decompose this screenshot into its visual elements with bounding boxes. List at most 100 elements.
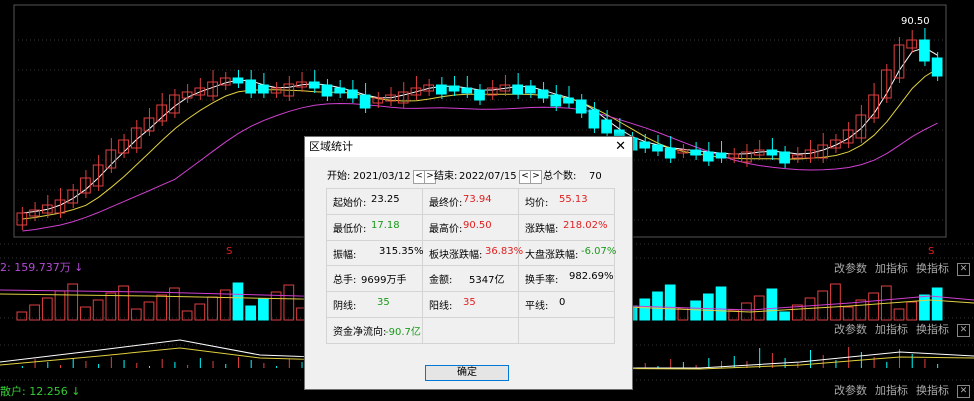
volume-bar bbox=[702, 293, 714, 321]
ok-button[interactable]: 确定 bbox=[425, 365, 509, 381]
volume-bar bbox=[855, 299, 867, 321]
candle-body bbox=[156, 104, 168, 122]
stat-value: 982.69% bbox=[569, 271, 614, 283]
add-indicator-button[interactable]: 加指标 bbox=[875, 262, 908, 276]
range-statistics-dialog: 区域统计 ✕ 开始: 2021/03/12 < > 结束: 2022/07/15… bbox=[304, 136, 633, 390]
volume-bar bbox=[639, 298, 651, 321]
stat-row: 资金净流向: -90.7亿 bbox=[326, 317, 615, 344]
total-label: 总个数: bbox=[543, 171, 577, 182]
candle-body bbox=[766, 149, 778, 156]
stat-value: 73.94 bbox=[463, 194, 492, 205]
stat-value: 35 bbox=[463, 297, 476, 309]
swap-indicator-button[interactable]: 换指标 bbox=[916, 323, 949, 337]
retail-indicator-header: 散户: 12.256 ↓ bbox=[0, 385, 81, 398]
candle-body bbox=[461, 87, 473, 94]
stat-row: 振幅: 315.35% 板块涨跌幅: 36.83% 大盘涨跌幅: -6.07% bbox=[326, 239, 617, 267]
end-date: 2022/07/15 bbox=[459, 171, 517, 182]
range-row: 开始: 2021/03/12 < > 结束: 2022/07/15 < > 总个… bbox=[305, 169, 632, 185]
stat-row: 起始价: 23.25 最终价: 73.94 均价: 55.13 bbox=[326, 188, 615, 215]
stat-cell: 阳线: 35 bbox=[422, 291, 519, 319]
stat-cell bbox=[422, 317, 519, 344]
macd-panel-toolbar: 改参数 加指标 换指标 ✕ bbox=[834, 323, 970, 337]
stat-cell: 阴线: 35 bbox=[326, 291, 423, 319]
candle-body bbox=[919, 39, 930, 62]
edit-params-button[interactable]: 改参数 bbox=[834, 384, 867, 398]
statistics-grid: 起始价: 23.25 最终价: 73.94 均价: 55.13 最低价: 17.18 最高价: 9… bbox=[326, 188, 617, 344]
volume-bar bbox=[16, 311, 28, 321]
volume-bar bbox=[779, 311, 790, 321]
stat-label: 起始价: bbox=[333, 198, 367, 209]
volume-bar bbox=[766, 288, 778, 321]
stat-label: 振幅: bbox=[333, 249, 357, 261]
candle-body bbox=[474, 89, 485, 101]
stat-cell: 金额: 5347亿 bbox=[422, 265, 519, 293]
close-icon[interactable]: ✕ bbox=[615, 137, 626, 157]
candle-body bbox=[436, 84, 447, 95]
stat-label: 均价: bbox=[525, 198, 549, 209]
stat-cell: 平线: 0 bbox=[518, 291, 615, 319]
candle-body bbox=[359, 94, 371, 109]
candle-body bbox=[334, 87, 346, 94]
candle-body bbox=[347, 89, 358, 99]
candle-body bbox=[308, 81, 320, 89]
candle-body bbox=[664, 147, 676, 159]
stat-cell: 大盘涨跌幅: -6.07% bbox=[518, 239, 617, 267]
stat-label: 阳线: bbox=[429, 301, 453, 313]
signal-marker: S bbox=[226, 246, 233, 257]
volume-panel-toolbar: 改参数 加指标 换指标 ✕ bbox=[834, 262, 970, 276]
stat-label: 总手: bbox=[333, 275, 357, 287]
stat-value: -6.07% bbox=[581, 245, 617, 257]
volume-bar bbox=[690, 300, 701, 321]
volume-bar bbox=[258, 298, 269, 321]
add-indicator-button[interactable]: 加指标 bbox=[875, 323, 908, 337]
stat-label: 换手率: bbox=[525, 275, 559, 287]
start-label: 开始: bbox=[327, 171, 351, 182]
stat-cell: 板块涨跌幅: 36.83% bbox=[422, 239, 523, 267]
volume-bar bbox=[664, 284, 676, 321]
stat-value: 55.13 bbox=[559, 194, 588, 205]
swap-indicator-button[interactable]: 换指标 bbox=[916, 384, 949, 398]
close-panel-icon[interactable]: ✕ bbox=[957, 384, 970, 398]
stat-cell: 总手: 9699万手 bbox=[326, 265, 423, 293]
candle-body bbox=[245, 79, 257, 94]
candle-body bbox=[575, 99, 587, 114]
candle-body bbox=[512, 84, 523, 95]
candle-body bbox=[601, 119, 612, 134]
volume-bar bbox=[868, 292, 879, 321]
swap-indicator-button[interactable]: 换指标 bbox=[916, 262, 949, 276]
volume-bar bbox=[715, 286, 727, 321]
signal-marker: S bbox=[928, 246, 935, 257]
volume-bar bbox=[54, 290, 66, 321]
start-date: 2021/03/12 bbox=[353, 171, 411, 182]
stat-value: 36.83% bbox=[485, 245, 524, 257]
end-next-button[interactable]: > bbox=[530, 170, 542, 184]
volume-bar bbox=[652, 291, 663, 321]
stat-label: 金额: bbox=[429, 275, 453, 287]
volume-bar bbox=[143, 301, 155, 321]
stat-label: 阴线: bbox=[333, 301, 357, 313]
candle-body bbox=[931, 57, 943, 77]
close-panel-icon[interactable]: ✕ bbox=[957, 262, 970, 276]
volume-bar bbox=[830, 283, 841, 321]
volume-bar bbox=[893, 308, 905, 321]
candle-body bbox=[652, 144, 663, 152]
edit-params-button[interactable]: 改参数 bbox=[834, 323, 867, 337]
volume-bar bbox=[156, 294, 168, 321]
edit-params-button[interactable]: 改参数 bbox=[834, 262, 867, 276]
stat-value: 90.50 bbox=[463, 219, 492, 231]
volume-bar bbox=[270, 291, 282, 321]
stat-cell: 最终价: 73.94 bbox=[422, 188, 519, 215]
candle-body bbox=[524, 85, 536, 94]
volume-bar bbox=[931, 287, 943, 321]
stat-cell: 换手率: 982.69% bbox=[518, 265, 615, 293]
candle-body bbox=[588, 109, 600, 129]
volume-bar bbox=[118, 285, 129, 321]
candle-body bbox=[550, 94, 562, 107]
volume-bar bbox=[207, 296, 218, 321]
bottom-panel-toolbar: 改参数 加指标 换指标 ✕ bbox=[834, 384, 970, 398]
candle-body bbox=[779, 151, 790, 164]
candle-body bbox=[537, 89, 549, 99]
close-panel-icon[interactable]: ✕ bbox=[957, 323, 970, 337]
add-indicator-button[interactable]: 加指标 bbox=[875, 384, 908, 398]
candle-body bbox=[715, 152, 727, 159]
